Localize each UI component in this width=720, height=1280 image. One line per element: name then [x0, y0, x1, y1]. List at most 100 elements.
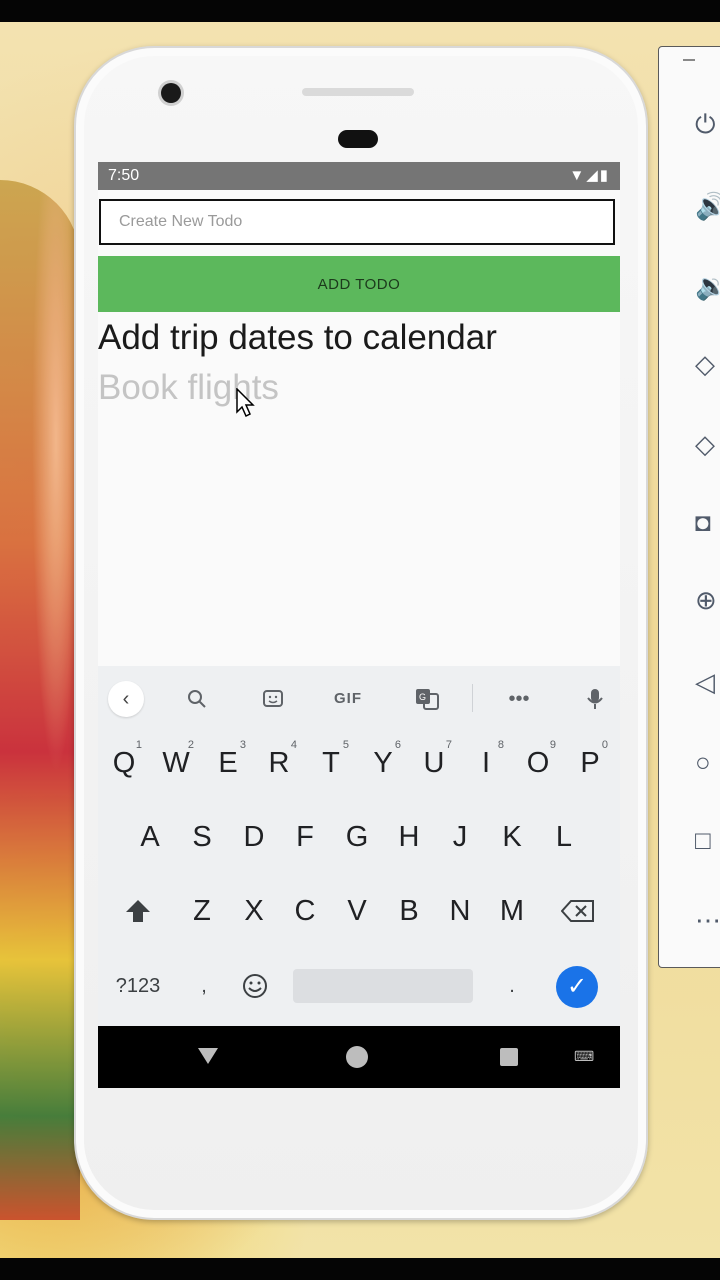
key-label: O: [526, 747, 550, 779]
key-a[interactable]: A: [130, 812, 170, 862]
key-z[interactable]: Z: [182, 886, 222, 936]
mic-icon[interactable]: [580, 681, 610, 717]
todo-item[interactable]: Add trip dates to calendar: [98, 318, 497, 358]
key-n[interactable]: N: [440, 886, 480, 936]
camera-icon[interactable]: ◘: [695, 507, 720, 537]
key-q[interactable]: Q1: [104, 738, 144, 788]
key-w[interactable]: W2: [156, 738, 196, 788]
key-g[interactable]: G: [337, 812, 377, 862]
more-icon[interactable]: •••: [504, 681, 534, 717]
key-c[interactable]: C: [285, 886, 325, 936]
key-hint: 7: [445, 739, 452, 751]
key-hint: 4: [290, 739, 297, 751]
top-speaker: [302, 88, 414, 96]
top-black-bar: [0, 0, 720, 22]
minimize-icon[interactable]: [683, 59, 695, 61]
soft-keyboard: ‹ GIF G ••• Q1 W2 E3 R4 T5 Y6 U7 I8 O9 P…: [98, 666, 620, 1026]
volume-down-icon[interactable]: 🔉: [695, 271, 720, 301]
wifi-icon: ▼: [569, 167, 587, 184]
key-hint: 0: [601, 739, 608, 751]
nav-back-icon[interactable]: [198, 1048, 218, 1064]
signal-icon: ◢: [586, 167, 600, 184]
key-hint: 2: [187, 739, 194, 751]
key-t[interactable]: T5: [311, 738, 351, 788]
emoji-icon[interactable]: [238, 961, 272, 1011]
key-hint: 5: [342, 739, 349, 751]
rotate-left-icon[interactable]: ◇: [695, 349, 720, 379]
key-label: U: [423, 747, 445, 779]
earpiece: [338, 130, 378, 148]
key-hint: 9: [549, 739, 556, 751]
key-y[interactable]: Y6: [363, 738, 403, 788]
key-f[interactable]: F: [285, 812, 325, 862]
key-h[interactable]: H: [389, 812, 429, 862]
keyboard-switch-icon[interactable]: ⌨: [574, 1048, 594, 1065]
phone-screen: 7:50 ▼◢▮ ADD TODO Add trip dates to cale…: [98, 162, 620, 1088]
symbols-key[interactable]: ?123: [106, 961, 170, 1011]
key-hint: 8: [497, 739, 504, 751]
nav-home-icon[interactable]: [346, 1046, 368, 1068]
todo-input[interactable]: [101, 201, 613, 243]
back-icon[interactable]: ‹: [108, 681, 144, 717]
emulator-toolbar: ⏻ 🔊 🔉 ◇ ◇ ◘ ⊕ ◁ ○ □ ⋯: [658, 46, 720, 968]
svg-text:G: G: [419, 692, 426, 702]
key-hint: 1: [135, 739, 142, 751]
status-time: 7:50: [108, 167, 140, 184]
overview-icon[interactable]: □: [695, 825, 720, 855]
key-label: Y: [373, 747, 393, 779]
period-key[interactable]: .: [498, 961, 526, 1011]
keyboard-suggestion-strip: ‹ GIF G •••: [98, 666, 620, 726]
key-k[interactable]: K: [492, 812, 532, 862]
power-icon[interactable]: ⏻: [695, 109, 720, 139]
key-label: T: [322, 747, 340, 779]
front-camera: [161, 83, 181, 103]
key-b[interactable]: B: [389, 886, 429, 936]
nav-recents-icon[interactable]: [500, 1048, 518, 1066]
volume-up-icon[interactable]: 🔊: [695, 191, 720, 221]
key-v[interactable]: V: [337, 886, 377, 936]
key-label: P: [580, 747, 600, 779]
zoom-icon[interactable]: ⊕: [695, 585, 720, 615]
key-label: I: [481, 747, 491, 779]
space-key[interactable]: [293, 969, 473, 1003]
key-label: R: [268, 747, 290, 779]
shift-icon[interactable]: [118, 886, 158, 936]
todo-input-box: [99, 199, 615, 245]
key-u[interactable]: U7: [414, 738, 454, 788]
translate-icon[interactable]: G: [412, 681, 442, 717]
rotate-right-icon[interactable]: ◇: [695, 429, 720, 459]
key-m[interactable]: M: [492, 886, 532, 936]
done-check-icon[interactable]: ✓: [556, 966, 598, 1008]
status-icons: ▼◢▮: [569, 162, 610, 190]
key-p[interactable]: P0: [570, 738, 610, 788]
key-i[interactable]: I8: [466, 738, 506, 788]
key-d[interactable]: D: [234, 812, 274, 862]
search-icon[interactable]: [182, 681, 212, 717]
backspace-icon[interactable]: [556, 886, 600, 936]
key-label: E: [218, 747, 238, 779]
android-nav-bar: ⌨: [98, 1026, 620, 1088]
gif-button[interactable]: GIF: [328, 681, 368, 717]
add-todo-button[interactable]: ADD TODO: [98, 256, 620, 312]
key-hint: 6: [394, 739, 401, 751]
status-bar: 7:50 ▼◢▮: [98, 162, 620, 190]
home-icon[interactable]: ○: [695, 747, 720, 777]
back-icon[interactable]: ◁: [695, 667, 720, 697]
comma-key[interactable]: ,: [190, 961, 218, 1011]
key-e[interactable]: E3: [208, 738, 248, 788]
key-o[interactable]: O9: [518, 738, 558, 788]
key-label: Q: [112, 747, 136, 779]
battery-icon: ▮: [599, 167, 610, 184]
key-label: W: [162, 747, 190, 779]
key-j[interactable]: J: [440, 812, 480, 862]
strip-divider: [472, 684, 473, 712]
sticker-icon[interactable]: [258, 681, 288, 717]
wallpaper-figure: [0, 180, 80, 1220]
mouse-cursor-icon: [236, 388, 255, 418]
bottom-black-bar: [0, 1258, 720, 1280]
more-icon[interactable]: ⋯: [695, 905, 720, 935]
key-x[interactable]: X: [234, 886, 274, 936]
key-s[interactable]: S: [182, 812, 222, 862]
key-r[interactable]: R4: [259, 738, 299, 788]
key-l[interactable]: L: [544, 812, 584, 862]
